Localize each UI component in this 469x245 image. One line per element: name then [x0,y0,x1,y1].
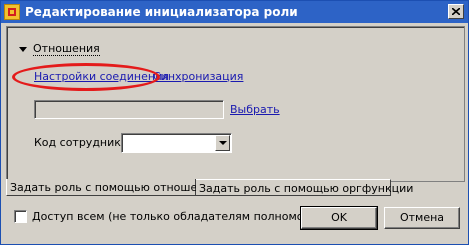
connection-settings-link[interactable]: Настройки соединения [34,70,169,83]
tab-orgfunction[interactable]: Задать роль с помощью оргфункции [196,179,413,196]
window-title: Редактирование инициализатора роли [25,5,298,19]
relations-group-label: Отношения [33,42,100,56]
relation-panel: Отношения Настройки соединения Синхрониз… [6,26,465,182]
close-button[interactable] [448,4,464,19]
close-icon [452,8,460,15]
employee-code-label: Код сотрудника [34,136,128,149]
relation-field[interactable] [34,100,224,119]
select-link[interactable]: Выбрать [230,103,280,116]
expand-triangle-icon [19,46,27,52]
sync-link[interactable]: Синхронизация [153,70,243,83]
title-bar[interactable]: Редактирование инициализатора роли [1,1,468,23]
cancel-button[interactable]: Отмена [384,207,460,229]
app-icon [4,4,20,20]
relations-group-toggle[interactable]: Отношения [19,42,100,56]
access-all-checkbox[interactable] [14,210,27,223]
access-all-label[interactable]: Доступ всем (не только обладателям полно… [32,210,329,223]
dialog-window: Редактирование инициализатора роли Отнош… [0,0,469,245]
chevron-down-icon[interactable] [215,135,230,151]
employee-code-combo[interactable] [121,133,232,153]
tab-relation[interactable]: Задать роль с помощью отношения [6,179,218,196]
ok-button[interactable]: OK [300,206,378,230]
